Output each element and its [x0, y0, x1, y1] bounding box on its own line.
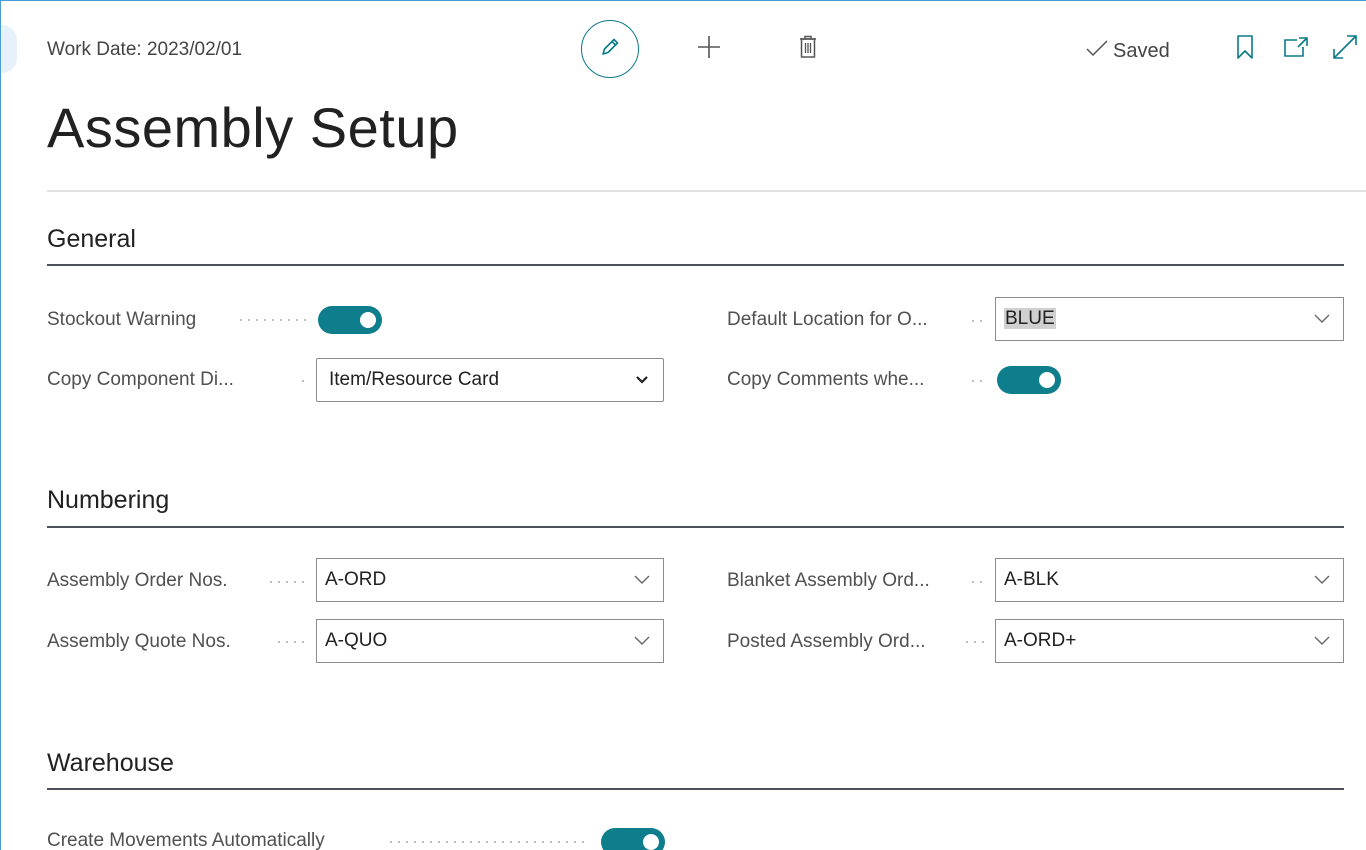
posted-assembly-label: Posted Assembly Ord... — [727, 631, 926, 652]
assembly-quote-nos-label: Assembly Quote Nos. — [47, 631, 231, 652]
assembly-setup-page: Work Date: 2023/02/01 Saved Assembly Set… — [0, 0, 1366, 850]
open-in-new-window-button[interactable] — [1283, 36, 1309, 63]
field-leader-dots — [299, 380, 307, 382]
field-leader-dots — [963, 641, 985, 643]
assembly-order-nos-combobox[interactable]: A-ORD — [316, 558, 664, 602]
posted-assembly-value: A-ORD+ — [1004, 630, 1077, 651]
chevron-down-icon — [1311, 569, 1333, 591]
saved-label: Saved — [1113, 39, 1170, 62]
default-location-combobox[interactable]: BLUE — [995, 297, 1344, 341]
chevron-down-icon — [1311, 630, 1333, 652]
field-leader-dots — [969, 581, 985, 583]
chevron-down-icon — [1311, 308, 1333, 330]
assembly-order-nos-label: Assembly Order Nos. — [47, 570, 228, 591]
copy-component-value: Item/Resource Card — [329, 369, 500, 390]
create-movements-label: Create Movements Automatically — [47, 830, 325, 850]
new-button[interactable] — [693, 33, 725, 65]
section-general-divider — [47, 264, 1344, 266]
copy-comments-toggle[interactable] — [997, 366, 1061, 394]
open-in-new-window-icon — [1283, 36, 1309, 63]
stockout-warning-label: Stockout Warning — [47, 309, 197, 330]
assembly-order-nos-value: A-ORD — [325, 569, 387, 590]
saved-status: Saved — [1085, 38, 1170, 64]
copy-comments-label: Copy Comments whe... — [727, 369, 925, 390]
work-date: Work Date: 2023/02/01 — [47, 39, 243, 60]
stockout-warning-toggle[interactable] — [318, 306, 382, 334]
posted-assembly-combobox[interactable]: A-ORD+ — [995, 619, 1344, 663]
blanket-assembly-value: A-BLK — [1004, 569, 1059, 590]
expand-icon — [1331, 33, 1359, 66]
field-leader-dots — [275, 641, 307, 643]
trash-icon — [797, 34, 819, 65]
toggle-knob — [360, 312, 376, 328]
field-leader-dots — [387, 841, 587, 843]
bookmark-icon — [1236, 34, 1254, 65]
copy-component-select[interactable]: Item/Resource Card — [316, 358, 664, 402]
toggle-knob — [1039, 372, 1055, 388]
plus-icon — [695, 33, 723, 66]
page-title: Assembly Setup — [47, 96, 459, 159]
pencil-icon — [597, 34, 623, 65]
assembly-quote-nos-value: A-QUO — [325, 630, 388, 651]
field-leader-dots — [267, 581, 307, 583]
blanket-assembly-combobox[interactable]: A-BLK — [995, 558, 1344, 602]
chevron-down-icon — [631, 630, 653, 652]
field-leader-dots — [969, 320, 985, 322]
default-location-label: Default Location for O... — [727, 309, 928, 330]
blanket-assembly-label: Blanket Assembly Ord... — [727, 570, 930, 591]
default-location-value: BLUE — [1004, 308, 1056, 329]
section-numbering-title[interactable]: Numbering — [47, 486, 169, 515]
section-general-title[interactable]: General — [47, 225, 136, 254]
create-movements-toggle[interactable] — [601, 828, 665, 850]
section-warehouse-title[interactable]: Warehouse — [47, 749, 174, 778]
title-divider — [47, 190, 1366, 192]
field-leader-dots — [969, 380, 985, 382]
section-warehouse-divider — [47, 788, 1344, 790]
checkmark-icon — [1085, 38, 1109, 64]
chevron-down-icon — [631, 569, 653, 591]
bookmark-button[interactable] — [1234, 34, 1256, 65]
toggle-knob — [643, 834, 659, 850]
chevron-down-icon — [631, 369, 653, 391]
field-leader-dots — [237, 319, 307, 321]
delete-button[interactable] — [793, 33, 823, 65]
assembly-quote-nos-combobox[interactable]: A-QUO — [316, 619, 664, 663]
default-location-value-wrap: BLUE — [996, 308, 1311, 330]
expand-button[interactable] — [1331, 33, 1359, 66]
copy-component-label: Copy Component Di... — [47, 369, 234, 390]
section-numbering-divider — [47, 526, 1344, 528]
edit-button[interactable] — [581, 20, 639, 78]
side-panel-handle[interactable] — [1, 25, 17, 73]
